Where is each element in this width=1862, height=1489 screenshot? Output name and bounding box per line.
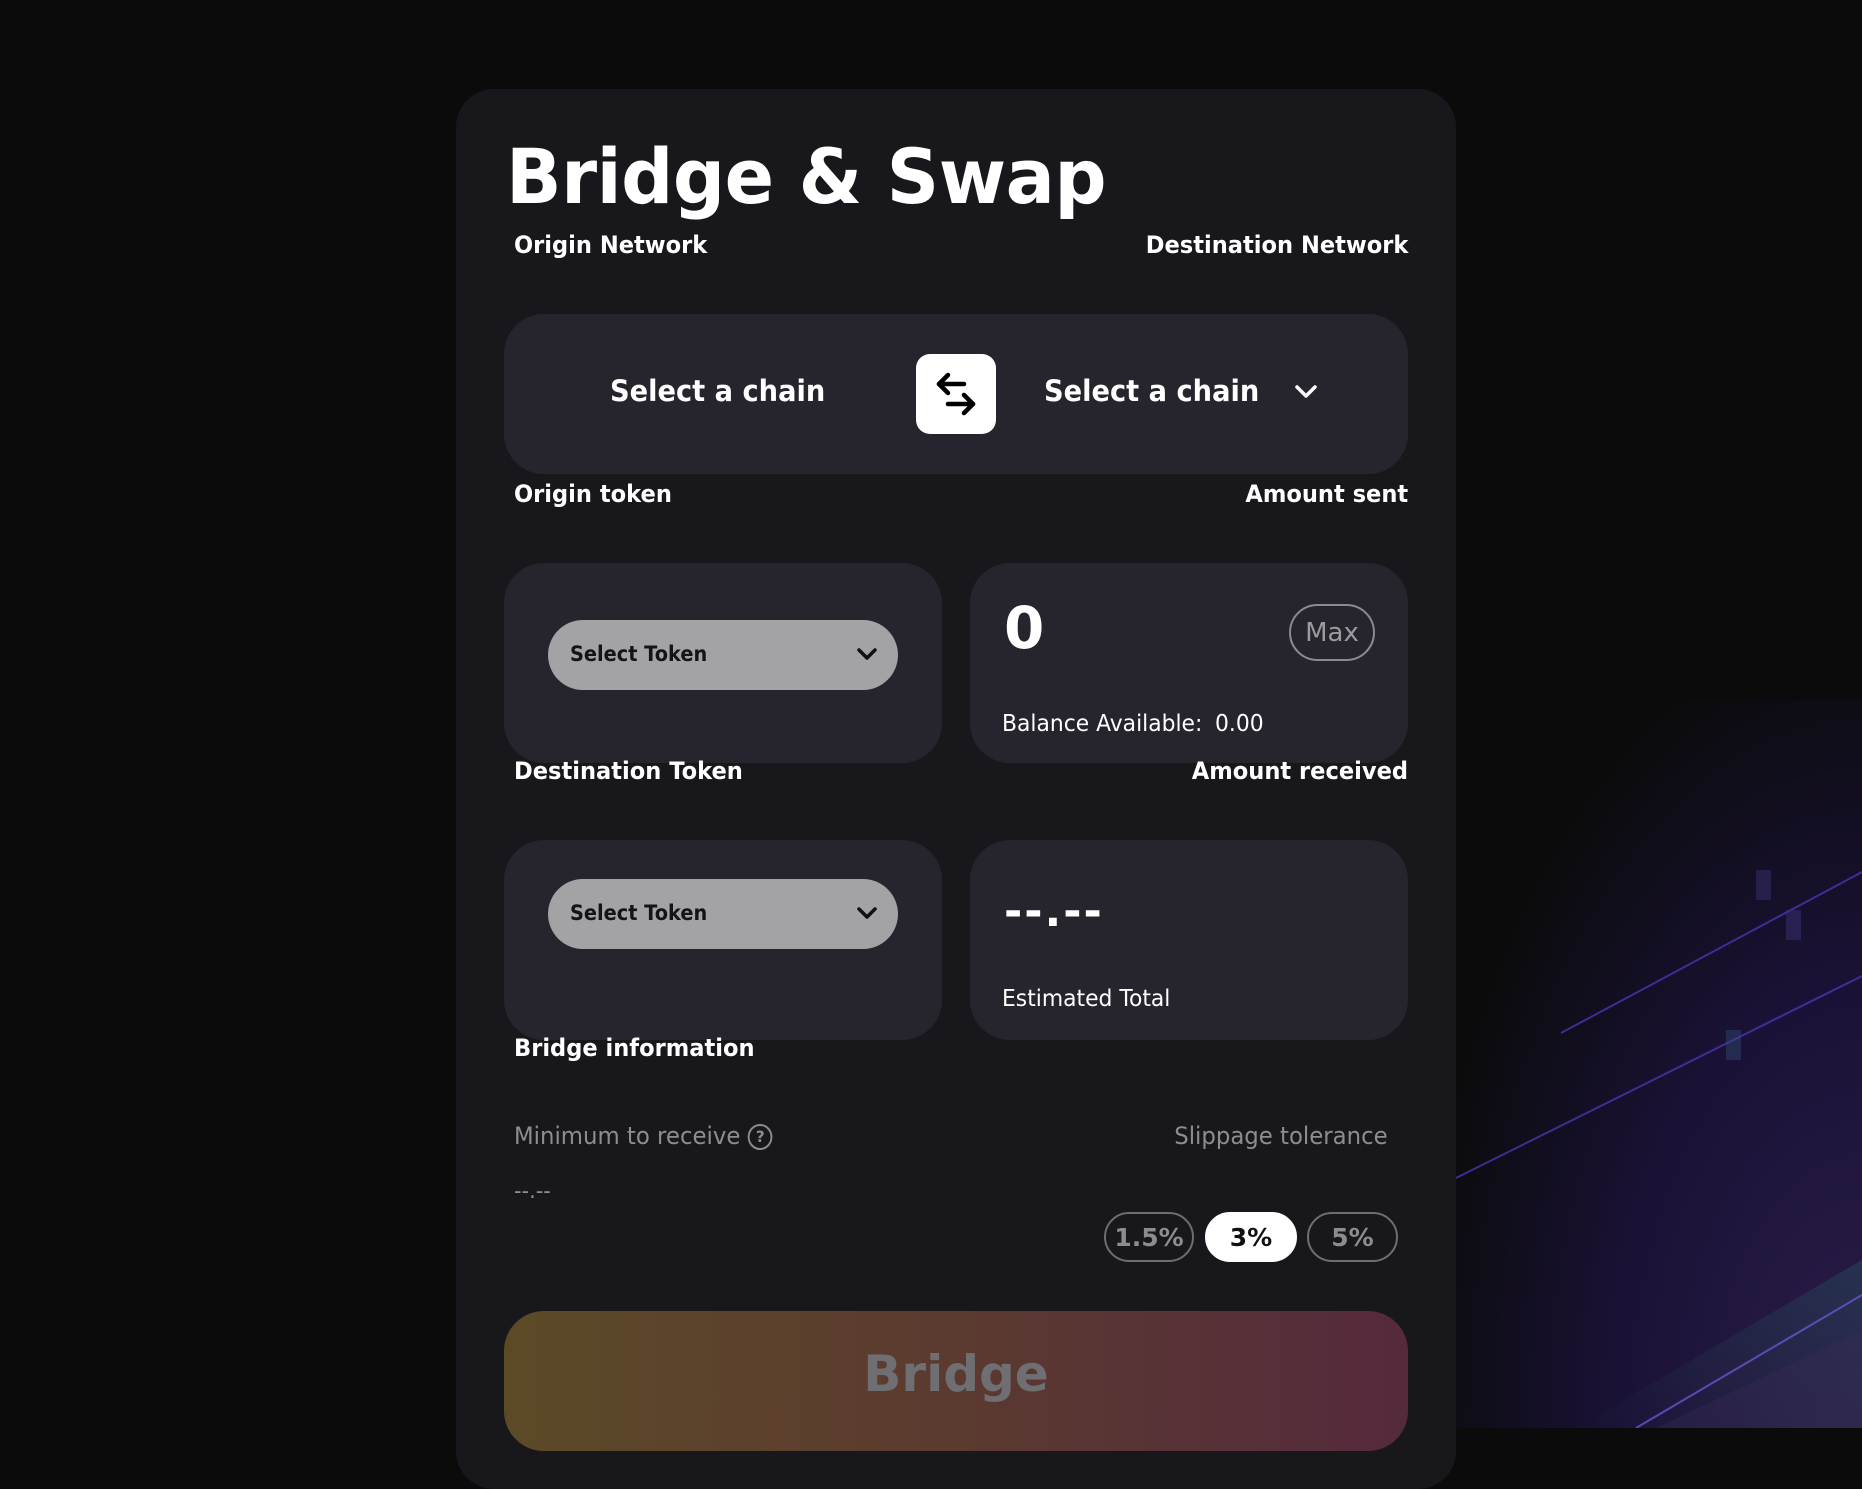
origin-token-panel: Select Token: [504, 563, 942, 763]
swap-networks-button[interactable]: [916, 354, 996, 434]
origin-token-select[interactable]: Select Token: [548, 620, 898, 690]
slippage-option-1-5[interactable]: 1.5%: [1104, 1212, 1194, 1262]
background-decoration: [1456, 700, 1862, 1428]
origin-chain-select[interactable]: Select a chain: [610, 374, 825, 408]
slippage-options: 1.5% 3% 5%: [1104, 1212, 1404, 1262]
destination-token-select-label: Select Token: [570, 901, 708, 925]
balance-label: Balance Available:: [1002, 711, 1203, 737]
destination-chain-select[interactable]: Select a chain: [1044, 374, 1259, 408]
origin-token-select-label: Select Token: [570, 642, 708, 666]
swap-arrows-icon: [936, 372, 976, 416]
amount-received-label: Amount received: [1191, 757, 1408, 785]
minimum-to-receive-value: --.--: [514, 1179, 551, 1204]
destination-token-panel: Select Token: [504, 840, 942, 1040]
slippage-option-3[interactable]: 3%: [1205, 1212, 1297, 1262]
chevron-down-icon: [857, 907, 877, 919]
chevron-down-icon: [857, 648, 877, 660]
question-circle-icon[interactable]: ?: [747, 1123, 773, 1150]
amount-sent-panel: 0 Max Balance Available: 0.00: [970, 563, 1408, 763]
balance-available: Balance Available: 0.00: [1002, 711, 1264, 737]
minimum-to-receive-label: Minimum to receive: [514, 1122, 741, 1150]
page-title: Bridge & Swap: [506, 132, 1107, 221]
destination-token-select[interactable]: Select Token: [548, 879, 898, 949]
slippage-tolerance-label: Slippage tolerance: [1174, 1122, 1388, 1150]
bridge-swap-card: Bridge & Swap Origin Network Destination…: [456, 89, 1456, 1489]
origin-network-label: Origin Network: [514, 231, 708, 259]
amount-sent-input[interactable]: 0: [1004, 599, 1044, 657]
bridge-button[interactable]: Bridge: [504, 1311, 1408, 1451]
origin-token-label: Origin token: [514, 480, 672, 508]
destination-network-label: Destination Network: [1145, 231, 1408, 259]
network-selector: Select a chain Select a chain: [504, 314, 1408, 474]
max-button[interactable]: Max: [1289, 604, 1375, 661]
minimum-to-receive: Minimum to receive?: [514, 1122, 773, 1150]
amount-received-panel: --.-- Estimated Total: [970, 840, 1408, 1040]
slippage-option-5[interactable]: 5%: [1307, 1212, 1398, 1262]
amount-sent-label: Amount sent: [1245, 480, 1408, 508]
destination-token-label: Destination Token: [514, 757, 743, 785]
chevron-down-icon[interactable]: [1294, 384, 1318, 400]
balance-value: 0.00: [1215, 711, 1264, 737]
amount-received-value: --.--: [1004, 886, 1104, 937]
bridge-information-heading: Bridge information: [514, 1034, 755, 1062]
estimated-total-label: Estimated Total: [1002, 986, 1171, 1012]
bridge-button-label: Bridge: [863, 1345, 1049, 1403]
